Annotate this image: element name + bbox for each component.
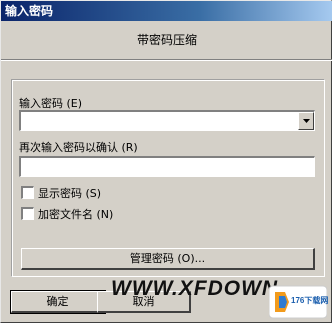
repeat-password-label: 再次输入密码以确认 (R) xyxy=(19,141,138,154)
password-label: 输入密码 (E) xyxy=(19,97,83,110)
encrypt-filenames-checkbox[interactable] xyxy=(21,207,34,220)
show-password-label[interactable]: 显示密码 (S) xyxy=(38,185,101,201)
title-bar[interactable]: 输入密码 xyxy=(1,1,332,21)
manage-passwords-label: 管理密码 (O)... xyxy=(129,252,206,265)
manage-passwords-button[interactable]: 管理密码 (O)... xyxy=(21,248,315,270)
show-password-checkbox[interactable] xyxy=(21,186,34,199)
separator xyxy=(1,59,332,61)
window-title: 输入密码 xyxy=(5,4,54,18)
dialog-subtitle: 带密码压缩 xyxy=(136,33,197,47)
ok-label: 确定 xyxy=(46,295,69,308)
ok-button[interactable]: 确定 xyxy=(10,290,106,314)
watermark-logo: 176下载网 xyxy=(268,282,329,322)
repeat-password-field[interactable] xyxy=(19,156,315,177)
dropdown-button[interactable] xyxy=(298,112,314,130)
password-combo[interactable] xyxy=(19,110,315,131)
watermark-logo-text: 176下载网 xyxy=(291,296,329,305)
encrypt-filenames-label[interactable]: 加密文件名 (N) xyxy=(38,206,113,222)
password-dialog: 输入密码 带密码压缩 输入密码 (E) 再次输入密码以确认 (R) 显示密码 (… xyxy=(0,0,332,323)
chevron-down-icon xyxy=(303,119,310,123)
watermark-site-text: WWW.XFDOWN xyxy=(111,277,279,300)
